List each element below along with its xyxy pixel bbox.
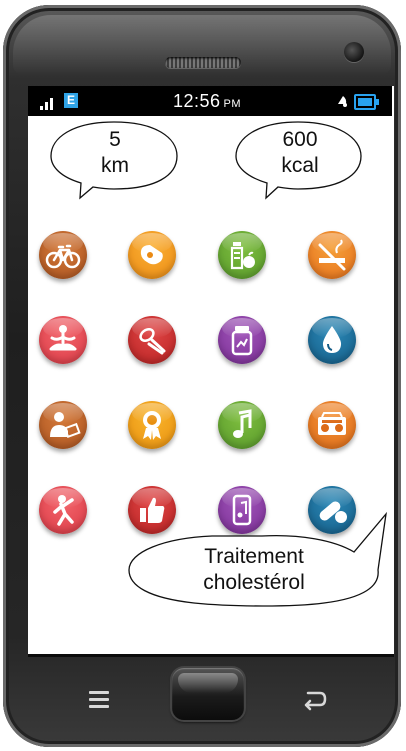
clock-time: 12:56 — [173, 91, 221, 111]
app-no-smoking[interactable] — [308, 231, 356, 279]
app-stretching[interactable] — [39, 486, 87, 534]
meditation-icon — [49, 325, 77, 351]
app-music[interactable] — [218, 401, 266, 449]
whistle-icon — [140, 245, 163, 265]
alarm-icon — [338, 96, 347, 107]
calories-number: 600 — [282, 128, 318, 151]
app-bicycle[interactable] — [39, 231, 87, 279]
water-bottle-apple-icon — [230, 242, 255, 270]
radio-icon — [318, 412, 346, 435]
clock-ampm: PM — [223, 98, 242, 110]
status-bar: E 12:56 PM — [28, 86, 392, 116]
distance-unit: km — [101, 154, 129, 178]
screen-bottom-edge — [28, 654, 394, 657]
calories-value: 600 kcal — [254, 127, 346, 180]
distance-bubble: 5 km — [43, 118, 185, 200]
app-medal[interactable] — [128, 401, 176, 449]
status-clock: 12:56 PM — [173, 91, 241, 112]
network-type-badge: E — [64, 93, 78, 108]
medicine-jar-icon — [231, 326, 253, 356]
treatment-label: Traitement cholestérol — [169, 544, 339, 597]
distance-value: 5 km — [73, 127, 157, 180]
app-doctor-prescription[interactable] — [39, 401, 87, 449]
distance-number: 5 — [109, 128, 121, 151]
doctor-prescription-icon — [50, 412, 81, 439]
back-arrow-icon[interactable] — [302, 689, 328, 711]
app-medicine-jar[interactable] — [218, 316, 266, 364]
medal-ribbon-icon — [143, 411, 161, 440]
app-whistle[interactable] — [128, 231, 176, 279]
home-button[interactable] — [172, 668, 244, 720]
front-camera — [344, 42, 364, 62]
app-water-drop[interactable] — [308, 316, 356, 364]
water-drop-icon — [322, 326, 342, 353]
calories-bubble: 600 kcal — [230, 118, 370, 200]
app-meditation[interactable] — [39, 316, 87, 364]
earpiece-speaker — [165, 57, 241, 68]
treatment-line2: cholestérol — [203, 571, 305, 595]
signal-strength-icon — [40, 98, 54, 110]
no-smoking-icon — [318, 239, 346, 271]
battery-icon — [354, 94, 379, 110]
treatment-line1: Traitement — [204, 545, 304, 568]
calories-unit: kcal — [281, 154, 319, 178]
menu-button[interactable] — [89, 691, 109, 709]
music-note-icon — [233, 409, 252, 438]
app-water-bottle[interactable] — [218, 231, 266, 279]
app-skipping-rope[interactable] — [128, 316, 176, 364]
app-radio[interactable] — [308, 401, 356, 449]
bicycle-icon — [45, 244, 81, 269]
skipping-rope-icon — [139, 328, 166, 355]
treatment-bubble: Traitement cholestérol — [124, 508, 406, 608]
stretching-icon — [53, 495, 74, 526]
